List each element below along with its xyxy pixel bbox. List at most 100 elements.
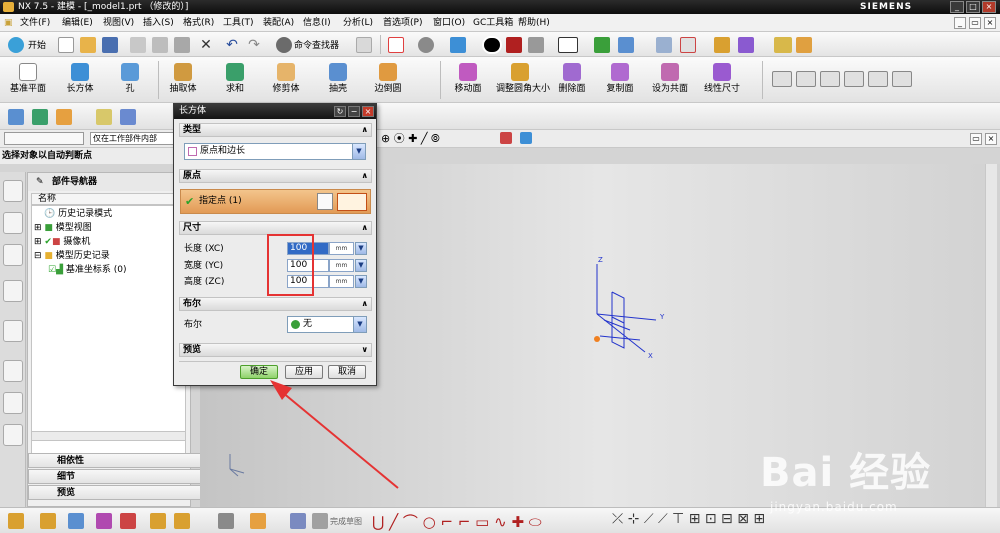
history-tab-icon[interactable] — [3, 320, 23, 342]
menu-window[interactable]: 窗口(O) — [433, 16, 465, 30]
wireframe-icon[interactable] — [528, 37, 544, 53]
sync-model-icon-1[interactable] — [772, 71, 792, 87]
menu-tools[interactable]: 工具(T) — [223, 16, 254, 30]
sketch-curve-icons[interactable]: ⋃ ╱ ⌒ ○ ⌐ ⌐ ▭ ∿ ✚ ⬭ — [372, 511, 542, 532]
width-unit-select[interactable]: mm — [329, 259, 354, 272]
edge-blend-button[interactable]: 边倒圆 — [368, 63, 408, 94]
dialog-close-icon[interactable]: × — [362, 106, 374, 117]
reuse-library-tab-icon[interactable] — [3, 244, 23, 266]
datum-plane-button[interactable]: 基准平面 — [6, 63, 50, 94]
reset-icon[interactable]: ↻ — [334, 106, 346, 117]
menu-assembly[interactable]: 装配(A) — [263, 16, 294, 30]
tree-item[interactable]: ⊞ ■ 模型视图 — [34, 222, 92, 234]
menu-insert[interactable]: 插入(S) — [143, 16, 174, 30]
part-nav-tab-icon[interactable] — [3, 212, 23, 234]
web-browser-tab-icon[interactable] — [3, 280, 23, 302]
assembly-nav-tab-icon[interactable] — [3, 180, 23, 202]
menu-info[interactable]: 信息(I) — [303, 16, 331, 30]
menu-help[interactable]: 帮助(H) — [518, 16, 550, 30]
tree-item[interactable]: 🕒 历史记录模式 — [44, 208, 112, 220]
section-origin[interactable]: 原点 ∧ — [179, 169, 372, 183]
sync-model-icon-3[interactable] — [820, 71, 840, 87]
sync-model-icon-4[interactable] — [844, 71, 864, 87]
parts-list-icon[interactable] — [656, 37, 672, 53]
wcs-icon[interactable] — [618, 37, 634, 53]
command-finder-icon[interactable] — [276, 37, 292, 53]
redo-icon[interactable]: ↷ — [246, 37, 262, 53]
minimize-icon[interactable]: _ — [950, 1, 964, 13]
cut-icon[interactable] — [130, 37, 146, 53]
boolean-select[interactable]: 无 ▼ — [287, 316, 367, 333]
new-icon[interactable] — [58, 37, 74, 53]
dialog-minimize-icon[interactable]: − — [348, 106, 360, 117]
graphics-vscroll[interactable] — [985, 164, 997, 507]
edit-section-icon[interactable] — [218, 513, 234, 529]
move-face-button[interactable]: 移动面 — [448, 63, 488, 94]
ok-button[interactable]: 确定 — [240, 365, 278, 379]
menu-format[interactable]: 格式(R) — [183, 16, 214, 30]
height-unit-select[interactable]: mm — [329, 275, 354, 288]
cancel-button[interactable]: 取消 — [328, 365, 366, 379]
menu-analysis[interactable]: 分析(L) — [343, 16, 373, 30]
tree-item[interactable]: ☑▟ 基准坐标系 (0) — [48, 264, 127, 276]
edit-param-icon[interactable] — [120, 109, 136, 125]
fit-icon[interactable] — [388, 37, 404, 53]
view-restore-icon[interactable]: ▭ — [970, 133, 982, 145]
make-coplanar-button[interactable]: 设为共面 — [648, 63, 692, 94]
maximize-icon[interactable]: □ — [966, 1, 980, 13]
finish-sketch-label[interactable]: 完成草图 — [330, 516, 362, 527]
command-finder-button[interactable]: 命令查找器 — [294, 38, 339, 51]
doc-minimize-icon[interactable]: _ — [954, 17, 966, 29]
view-orient-icon[interactable] — [450, 37, 466, 53]
motion-icon[interactable] — [714, 37, 730, 53]
trim-icon[interactable] — [120, 513, 136, 529]
tree-item[interactable]: ⊞ ✔■ 摄像机 — [34, 236, 90, 248]
menu-gc-toolbox[interactable]: GC工具箱 — [473, 16, 513, 30]
height-options-icon[interactable]: ▼ — [355, 275, 367, 288]
shaded-edges-icon[interactable] — [506, 37, 522, 53]
menu-file[interactable]: 文件(F) — [20, 16, 50, 30]
type-select[interactable]: 原点和边长 ▼ — [184, 143, 366, 160]
extract-body-button[interactable]: 抽取体 — [163, 63, 203, 94]
copy-icon[interactable] — [152, 37, 168, 53]
details-panel[interactable]: 细节∨ — [28, 469, 212, 484]
system-materials-tab-icon[interactable] — [3, 360, 23, 382]
close-icon[interactable]: × — [982, 1, 996, 13]
unite-button[interactable]: 求和 — [215, 63, 255, 94]
specify-point-row[interactable]: ✔ 指定点 (1) — [180, 189, 371, 214]
filter-icon[interactable] — [500, 132, 512, 144]
start-icon[interactable] — [8, 37, 24, 53]
point-inference-icon[interactable] — [337, 193, 367, 211]
view-sketch-icon[interactable] — [290, 513, 306, 529]
sketch-option-icon[interactable] — [40, 513, 56, 529]
length-unit-select[interactable]: mm — [329, 242, 354, 255]
sketch-icon[interactable] — [8, 513, 24, 529]
layer-icon[interactable] — [594, 37, 610, 53]
save-icon[interactable] — [102, 37, 118, 53]
sync-model-icon-6[interactable] — [892, 71, 912, 87]
offset-icon[interactable] — [150, 513, 166, 529]
view-close-icon[interactable]: × — [985, 133, 997, 145]
feature-op-icon[interactable] — [56, 109, 72, 125]
constraint-icon[interactable] — [96, 513, 112, 529]
pin-icon[interactable]: ✎ — [36, 177, 44, 187]
open-icon[interactable] — [80, 37, 96, 53]
tree-hscrollbar[interactable] — [31, 431, 186, 441]
delete-face-button[interactable]: 删除面 — [552, 63, 592, 94]
curve-icon[interactable] — [68, 513, 84, 529]
point-dialog-icon[interactable] — [317, 193, 333, 210]
section-boolean[interactable]: 布尔 ∧ — [179, 297, 372, 311]
apply-button[interactable]: 应用 — [285, 365, 323, 379]
snap-icon[interactable] — [8, 109, 24, 125]
column-header-name[interactable]: 名称 — [31, 193, 186, 205]
measure-icon[interactable] — [774, 37, 792, 53]
type-filter-select[interactable] — [4, 132, 84, 145]
pattern-icon[interactable] — [174, 513, 190, 529]
sync-model-icon-5[interactable] — [868, 71, 888, 87]
dependencies-panel[interactable]: 相依性∨ — [28, 453, 212, 468]
paste-icon[interactable] — [174, 37, 190, 53]
menu-preferences[interactable]: 首选项(P) — [383, 16, 422, 30]
section-dimensions[interactable]: 尺寸 ∧ — [179, 221, 372, 235]
length-options-icon[interactable]: ▼ — [355, 242, 367, 255]
preview-panel[interactable]: 预览∨ — [28, 485, 212, 500]
